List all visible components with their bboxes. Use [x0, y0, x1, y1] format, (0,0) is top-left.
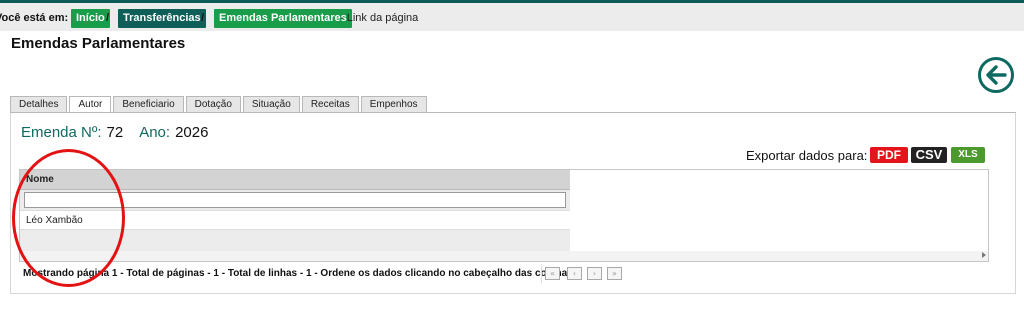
breadcrumb-page-link[interactable]: - Link da página — [340, 9, 418, 28]
tab-dotacao[interactable]: Dotação — [185, 96, 241, 113]
tab-receitas[interactable]: Receitas — [301, 96, 359, 113]
breadcrumb-separator: / — [201, 12, 205, 24]
breadcrumb-separator: / — [106, 12, 110, 24]
breadcrumb-inicio[interactable]: Início — [71, 9, 110, 28]
export-pdf-button[interactable]: PDF — [870, 147, 908, 163]
tab-bar: Detalhes Autor Beneficiario Dotação Situ… — [10, 96, 429, 113]
tab-autor[interactable]: Autor — [69, 96, 112, 113]
horizontal-scrollbar[interactable] — [20, 251, 988, 261]
breadcrumb-label: Você está em: — [0, 12, 69, 24]
tab-situacao[interactable]: Situação — [242, 96, 300, 113]
emenda-year-value: 2026 — [175, 124, 209, 141]
breadcrumb: Você está em: Início / Transferências / … — [0, 3, 1024, 31]
scroll-right-arrow-icon[interactable] — [982, 252, 986, 258]
emenda-number-label: Emenda Nº: — [21, 124, 102, 141]
tab-empenhos[interactable]: Empenhos — [360, 96, 427, 113]
prev-page-button[interactable]: ‹ — [567, 267, 582, 280]
next-page-button[interactable]: › — [587, 267, 602, 280]
emenda-year-label: Ano: — [139, 124, 171, 141]
breadcrumb-transferencias[interactable]: Transferências — [118, 9, 206, 28]
annotation-highlight-circle — [12, 149, 125, 287]
export-xls-button[interactable]: XLS — [951, 147, 985, 163]
arrow-left-circle-icon — [986, 65, 1007, 85]
tab-detalhes[interactable]: Detalhes — [10, 96, 68, 113]
emenda-info: Emenda Nº: 72 Ano: 2026 — [21, 124, 208, 141]
data-grid: Nome Léo Xambão — [19, 169, 989, 262]
tab-beneficiario[interactable]: Beneficiario — [113, 96, 184, 113]
breadcrumb-emendas-parlamentares[interactable]: Emendas Parlamentares — [214, 9, 352, 28]
page-title: Emendas Parlamentares — [11, 35, 186, 52]
last-page-button[interactable]: » — [607, 267, 622, 280]
back-button[interactable] — [978, 57, 1014, 93]
emenda-number-value: 72 — [106, 124, 124, 141]
export-label: Exportar dados para: — [746, 148, 868, 163]
first-page-button[interactable]: « — [545, 267, 560, 280]
export-csv-button[interactable]: CSV — [911, 147, 947, 163]
